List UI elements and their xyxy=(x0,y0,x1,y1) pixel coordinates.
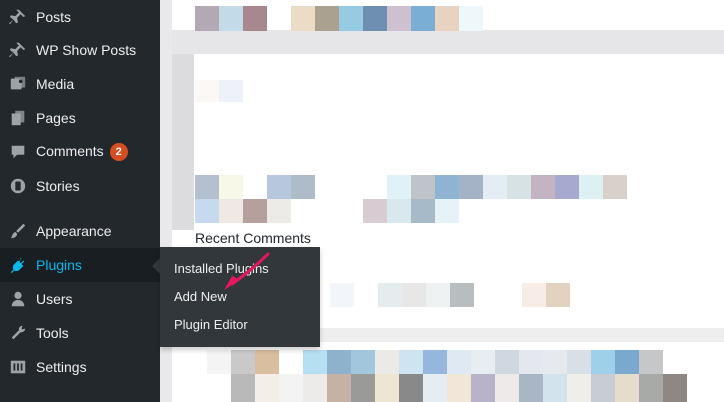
sidebar-item-pages[interactable]: Pages xyxy=(0,101,160,135)
sidebar-item-label: Appearance xyxy=(36,223,112,239)
sidebar-item-comments[interactable]: Comments 2 xyxy=(0,135,160,169)
admin-sidebar: Posts WP Show Posts Media Pages Comments… xyxy=(0,0,160,402)
pin-icon xyxy=(9,8,27,26)
panel-divider xyxy=(172,30,724,54)
sidebar-item-label: WP Show Posts xyxy=(36,42,137,58)
sidebar-item-label: Posts xyxy=(36,9,72,25)
pin-icon xyxy=(9,41,27,59)
sidebar-item-plugins[interactable]: Plugins xyxy=(0,248,160,282)
submenu-pointer xyxy=(152,258,160,274)
submenu-plugin-editor[interactable]: Plugin Editor xyxy=(174,317,248,332)
annotation-arrow-icon xyxy=(224,252,270,290)
sidebar-item-label: Media xyxy=(36,76,75,92)
sidebar-item-settings[interactable]: Settings xyxy=(0,350,160,384)
comment-count-badge: 2 xyxy=(109,143,128,162)
sidebar-item-media[interactable]: Media xyxy=(0,67,160,101)
sidebar-item-label: Pages xyxy=(36,110,76,126)
comment-icon xyxy=(9,143,27,161)
settings-icon xyxy=(9,358,27,376)
plugin-icon xyxy=(9,256,27,274)
sidebar-item-posts[interactable]: Posts xyxy=(0,0,160,34)
user-icon xyxy=(9,290,27,308)
sidebar-item-label: Tools xyxy=(36,325,69,341)
sidebar-item-users[interactable]: Users xyxy=(0,282,160,316)
recent-comments-title: Recent Comments xyxy=(195,230,311,246)
sidebar-item-appearance[interactable]: Appearance xyxy=(0,214,160,248)
panel-edge xyxy=(172,54,194,230)
sidebar-item-label: Users xyxy=(36,291,73,307)
sidebar-item-label: Plugins xyxy=(36,257,82,273)
media-icon xyxy=(9,75,27,93)
sidebar-item-label: Settings xyxy=(36,359,87,375)
sidebar-item-stories[interactable]: Stories xyxy=(0,169,160,203)
sidebar-item-tools[interactable]: Tools xyxy=(0,316,160,350)
sidebar-item-label: Stories xyxy=(36,178,80,194)
sidebar-item-wp-show-posts[interactable]: WP Show Posts xyxy=(0,33,160,67)
wrench-icon xyxy=(9,324,27,342)
sidebar-item-label: Comments 2 xyxy=(36,143,128,162)
brush-icon xyxy=(9,222,27,240)
stories-icon xyxy=(9,177,27,195)
pages-icon xyxy=(9,109,27,127)
